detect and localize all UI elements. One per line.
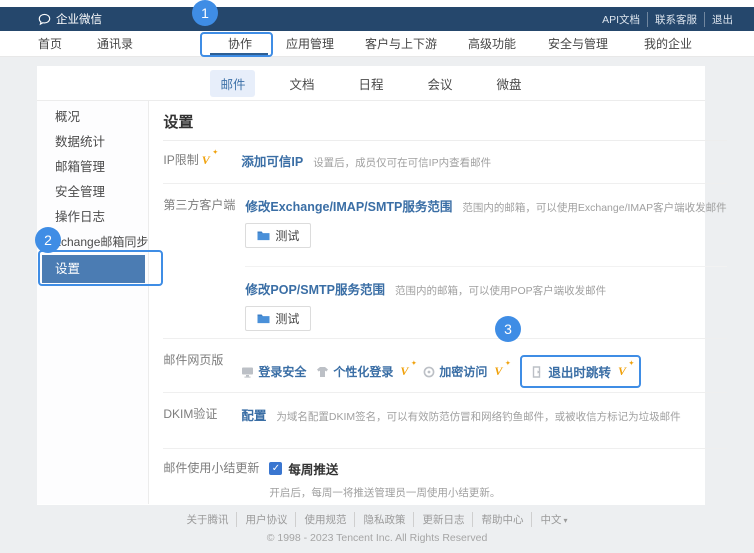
ip-limit-content: 添加可信IP 设置后，成员仅可在可信IP内查看邮件 (241, 151, 491, 183)
folder-icon (257, 229, 270, 242)
webmail-options: 登录安全 个性化登录 (241, 351, 641, 392)
pop-smtp-block: 修改POP/SMTP服务范围 范围内的邮箱，可以使用POP客户端收发邮件 测试 (245, 267, 726, 331)
settings-panel: 设置 IP限制 添加可信IP 设置后，成员仅可在可信IP内查看邮件 第三方客户端 (149, 101, 744, 504)
copyright-text: © 1998 - 2023 Tencent Inc. All Rights Re… (0, 532, 754, 544)
page-footer: 关于腾讯 用户协议 使用规范 隐私政策 更新日志 帮助中心 中文▾ © 1998… (0, 512, 754, 544)
sidebar-item-logs[interactable]: 操作日志 (37, 205, 148, 230)
modify-pop-range-link[interactable]: 修改POP/SMTP服务范围 (245, 279, 385, 298)
active-nav-underline (210, 53, 268, 56)
summary-row: 邮件使用小结更新 每周推送 开启后，每周一将推送管理员一周使用小结更新。 (163, 449, 726, 505)
card-body: 概况 数据统计 邮箱管理 安全管理 操作日志 Exchange邮箱同步 设置 设… (37, 101, 705, 504)
mail-sidebar: 概况 数据统计 邮箱管理 安全管理 操作日志 Exchange邮箱同步 设置 (37, 101, 149, 504)
sidebar-item-mailbox[interactable]: 邮箱管理 (37, 155, 148, 180)
folder-icon (257, 312, 270, 325)
paid-feature-icon (618, 364, 630, 379)
nav-apps[interactable]: 应用管理 (286, 31, 334, 57)
summary-label: 邮件使用小结更新 (163, 459, 259, 505)
webmail-label: 邮件网页版 (163, 351, 231, 392)
mail-module-tabs: 邮件 文档 日程 会议 微盘 (37, 66, 705, 101)
about-tencent-link[interactable]: 关于腾讯 (178, 512, 236, 527)
monitor-icon (241, 365, 254, 378)
tab-meeting[interactable]: 会议 (418, 70, 463, 97)
usage-policy-link[interactable]: 使用规范 (295, 512, 354, 527)
third-party-content: 修改Exchange/IMAP/SMTP服务范围 范围内的邮箱，可以使用Exch… (245, 196, 726, 338)
exchange-range-note: 范围内的邮箱，可以使用Exchange/IMAP客户端收发邮件 (462, 200, 726, 215)
changelog-link[interactable]: 更新日志 (413, 512, 472, 527)
summary-note: 开启后，每周一将推送管理员一周使用小结更新。 (269, 485, 500, 500)
add-trusted-ip-link[interactable]: 添加可信IP (241, 151, 303, 170)
weekly-push-checkbox[interactable] (269, 462, 282, 475)
dkim-row: DKIM验证 配置 为域名配置DKIM签名，可以有效防范仿冒和网络钓鱼邮件，或被… (163, 393, 726, 449)
lock-icon (422, 365, 435, 378)
paid-feature-icon (202, 153, 214, 168)
sidebar-item-security[interactable]: 安全管理 (37, 180, 148, 205)
nav-my-company[interactable]: 我的企业 (644, 31, 692, 57)
personalized-login-option[interactable]: 个性化登录 (316, 363, 412, 380)
wecom-admin-page: 企业微信 API文档 联系客服 退出 首页 通讯录 协作 应用管理 客户与上下游… (0, 0, 754, 553)
exchange-imap-smtp-block: 修改Exchange/IMAP/SMTP服务范围 范围内的邮箱，可以使用Exch… (245, 196, 726, 267)
ip-limit-row: IP限制 添加可信IP 设置后，成员仅可在可信IP内查看邮件 (163, 141, 726, 184)
dkim-configure-link[interactable]: 配置 (241, 405, 266, 424)
sidebar-item-statistics[interactable]: 数据统计 (37, 130, 148, 155)
paid-feature-icon (494, 364, 506, 379)
annotation-step-3: 3 (495, 316, 521, 342)
chevron-down-icon: ▾ (563, 516, 567, 525)
contact-support-link[interactable]: 联系客服 (647, 12, 704, 27)
weekly-push-label: 每周推送 (288, 459, 338, 478)
page-title: 设置 (163, 101, 726, 141)
annotation-step-2: 2 (35, 227, 61, 253)
privacy-policy-link[interactable]: 隐私政策 (354, 512, 413, 527)
ip-limit-note: 设置后，成员仅可在可信IP内查看邮件 (313, 155, 491, 170)
logo-text: 企业微信 (56, 11, 102, 27)
tab-drive[interactable]: 微盘 (487, 70, 532, 97)
footer-links: 关于腾讯 用户协议 使用规范 隐私政策 更新日志 帮助中心 中文▾ (178, 512, 575, 527)
ip-limit-label: IP限制 (163, 151, 231, 183)
encrypted-access-option[interactable]: 加密访问 (422, 363, 506, 380)
paid-feature-icon (400, 364, 412, 379)
third-party-label: 第三方客户端 (163, 196, 235, 338)
dkim-label: DKIM验证 (163, 405, 231, 448)
user-agreement-link[interactable]: 用户协议 (236, 512, 295, 527)
topbar-links: API文档 联系客服 退出 (595, 12, 740, 27)
nav-security[interactable]: 安全与管理 (548, 31, 608, 57)
login-security-option[interactable]: 登录安全 (241, 363, 306, 380)
nav-home[interactable]: 首页 (38, 31, 62, 57)
dkim-note: 为域名配置DKIM签名，可以有效防范仿冒和网络钓鱼邮件，或被收信方标记为垃圾邮件 (276, 409, 680, 424)
tab-docs[interactable]: 文档 (279, 70, 324, 97)
exchange-test-button[interactable]: 测试 (245, 223, 311, 248)
nav-advanced[interactable]: 高级功能 (468, 31, 516, 57)
webmail-row: 邮件网页版 登录安全 个性化登录 (163, 339, 726, 393)
nav-customers[interactable]: 客户与上下游 (365, 31, 437, 57)
theme-skin-icon (316, 365, 329, 378)
dkim-content: 配置 为域名配置DKIM签名，可以有效防范仿冒和网络钓鱼邮件，或被收信方标记为垃… (241, 405, 680, 448)
tab-schedule[interactable]: 日程 (348, 70, 393, 97)
summary-content: 每周推送 开启后，每周一将推送管理员一周使用小结更新。 (269, 459, 500, 505)
nav-contacts[interactable]: 通讯录 (97, 31, 133, 57)
content-card: 邮件 文档 日程 会议 微盘 概况 数据统计 邮箱管理 安全管理 操作日志 Ex… (37, 66, 705, 505)
sidebar-item-settings[interactable]: 设置 (42, 255, 145, 283)
logout-redirect-option[interactable]: 退出时跳转 (520, 355, 641, 388)
annotation-step-1: 1 (192, 0, 218, 26)
pop-range-note: 范围内的邮箱，可以使用POP客户端收发邮件 (395, 283, 606, 298)
third-party-row: 第三方客户端 修改Exchange/IMAP/SMTP服务范围 范围内的邮箱，可… (163, 184, 726, 339)
wecom-logo[interactable]: 企业微信 (38, 11, 102, 27)
logout-link[interactable]: 退出 (704, 12, 740, 27)
sidebar-item-overview[interactable]: 概况 (37, 105, 148, 130)
modify-exchange-range-link[interactable]: 修改Exchange/IMAP/SMTP服务范围 (245, 196, 452, 215)
language-selector[interactable]: 中文▾ (531, 512, 575, 527)
help-center-link[interactable]: 帮助中心 (472, 512, 531, 527)
tab-mail[interactable]: 邮件 (210, 70, 255, 97)
api-docs-link[interactable]: API文档 (595, 12, 647, 27)
chat-bubble-icon (38, 13, 51, 26)
logout-icon (531, 365, 544, 378)
top-bar: 企业微信 API文档 联系客服 退出 (0, 7, 754, 31)
main-nav: 首页 通讯录 协作 应用管理 客户与上下游 高级功能 安全与管理 我的企业 (0, 31, 754, 57)
pop-test-button[interactable]: 测试 (245, 306, 311, 331)
